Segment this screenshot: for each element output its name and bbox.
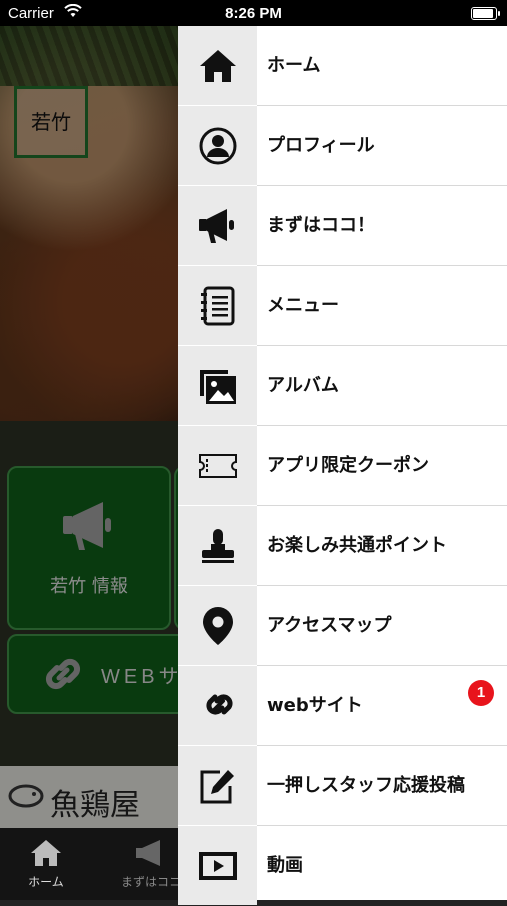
map-pin-icon (202, 606, 233, 645)
home-icon (31, 840, 61, 866)
link-icon (205, 693, 233, 715)
album-icon (199, 369, 236, 404)
menu-item-staff-post[interactable]: 一押しスタッフ応援投稿 (178, 746, 507, 826)
menu-icon-cell (178, 106, 257, 185)
megaphone-icon (136, 840, 160, 866)
menu-item-label: プロフィール (267, 135, 375, 156)
menu-item-label: 動画 (267, 855, 303, 876)
menu-icon-cell (178, 506, 257, 585)
menu-item-label: アクセスマップ (267, 615, 392, 636)
bottom-tab-bar: ホーム まずはココ (0, 828, 178, 900)
menu-icon-cell (178, 826, 257, 905)
menu-item-coupon[interactable]: アプリ限定クーポン (178, 426, 507, 506)
menu-item-video[interactable]: 動画 (178, 826, 507, 906)
menu-item-label: ホーム (267, 55, 321, 76)
menu-icon-cell (178, 266, 257, 345)
drawer-overlay[interactable] (0, 26, 178, 900)
menu-icon-cell (178, 346, 257, 425)
menu-item-points[interactable]: お楽しみ共通ポイント (178, 506, 507, 586)
tab-home[interactable]: ホーム (6, 838, 86, 890)
menu-item-label: お楽しみ共通ポイント (267, 535, 447, 556)
menu-item-label: webサイト (267, 695, 363, 716)
menu-item-first-here[interactable]: まずはココ！ (178, 186, 507, 266)
edit-icon (200, 769, 234, 803)
menu-item-home[interactable]: ホーム (178, 26, 507, 106)
profile-icon (199, 127, 236, 164)
tab-first-here[interactable]: まずはココ (96, 838, 178, 890)
menu-item-label: アルバム (267, 375, 339, 396)
menu-item-label: 一押しスタッフ応援投稿 (267, 775, 465, 796)
menu-icon-cell (178, 26, 257, 105)
video-icon (198, 851, 237, 880)
battery-icon (471, 7, 500, 20)
megaphone-icon (198, 208, 234, 243)
coupon-icon (198, 453, 237, 478)
tab-home-label: ホーム (28, 875, 64, 889)
menu-item-website[interactable]: webサイト 1 (178, 666, 507, 746)
menu-item-label: まずはココ！ (267, 215, 375, 236)
home-icon (199, 49, 236, 82)
stamp-icon (201, 528, 234, 563)
notification-badge: 1 (468, 680, 494, 706)
menu-item-profile[interactable]: プロフィール (178, 106, 507, 186)
notebook-icon (200, 286, 234, 325)
menu-icon-cell (178, 746, 257, 825)
background-app: 若竹 若竹 情報 WEBサ 魚鶏屋 ホーム まずはココ (0, 26, 178, 900)
status-time: 8:26 PM (225, 5, 282, 22)
menu-item-label: メニュー (267, 295, 339, 316)
status-bar: Carrier 8:26 PM (0, 0, 507, 26)
menu-icon-cell (178, 586, 257, 665)
menu-icon-cell (178, 426, 257, 505)
tab-first-here-label: まずはココ (120, 875, 178, 889)
side-drawer-menu: ホーム プロフィール まずはココ！ メニュー アルバム アプリ限定クーポン お楽… (178, 26, 507, 905)
menu-item-menu[interactable]: メニュー (178, 266, 507, 346)
menu-item-album[interactable]: アルバム (178, 346, 507, 426)
menu-item-access-map[interactable]: アクセスマップ (178, 586, 507, 666)
menu-item-label: アプリ限定クーポン (267, 455, 429, 476)
menu-icon-cell (178, 186, 257, 265)
menu-icon-cell (178, 666, 257, 745)
